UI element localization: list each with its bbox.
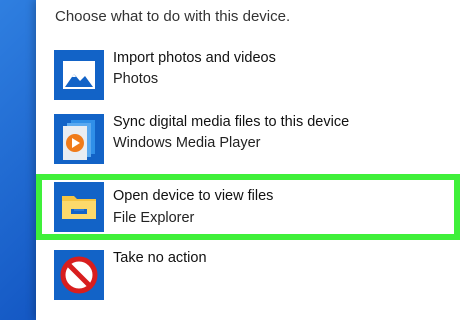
option-label: Sync digital media files to this device — [113, 114, 350, 130]
no-action-icon — [54, 250, 104, 300]
autoplay-panel: Choose what to do with this device. Impo… — [36, 0, 460, 320]
option-app: Photos — [113, 71, 159, 87]
option-sync-media[interactable]: Sync digital media files to this device … — [36, 108, 460, 170]
option-app: File Explorer — [113, 210, 195, 226]
option-import-photos[interactable]: Import photos and videos Photos — [36, 44, 460, 106]
option-label: Import photos and videos — [113, 50, 276, 66]
option-label: Open device to view files — [113, 188, 274, 204]
panel-prompt: Choose what to do with this device. — [55, 8, 291, 25]
option-no-action[interactable]: Take no action — [36, 244, 460, 306]
media-player-icon — [54, 114, 104, 164]
option-open-device[interactable]: Open device to view files File Explorer — [36, 174, 460, 240]
folder-icon — [54, 182, 104, 232]
option-app: Windows Media Player — [113, 135, 261, 151]
photos-icon — [54, 50, 104, 100]
option-label: Take no action — [113, 250, 207, 266]
